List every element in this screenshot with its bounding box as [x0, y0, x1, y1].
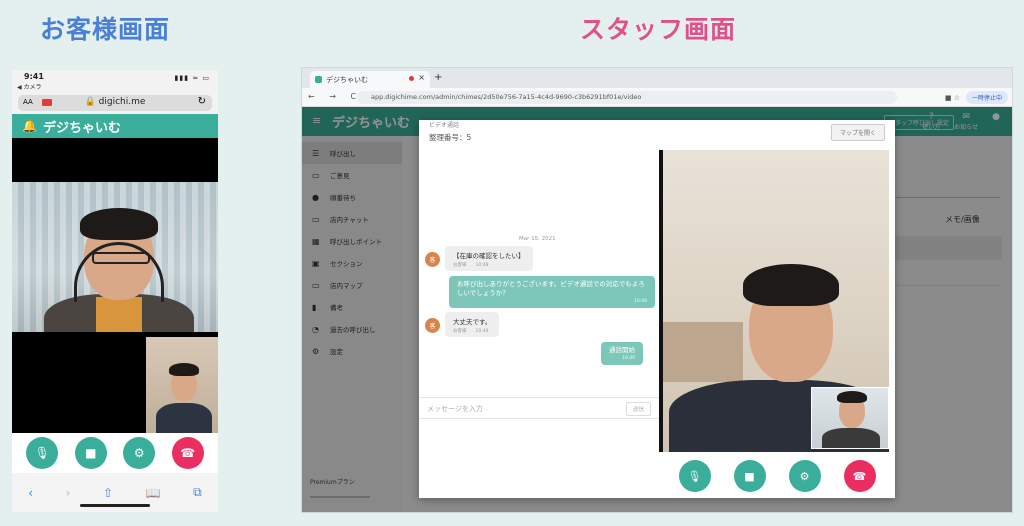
open-map-button[interactable]: マップを開く: [830, 124, 885, 141]
remote-staff-video: [12, 182, 218, 332]
chat-message: 【在庫の確認をしたい】 お客様 10:48: [445, 246, 533, 271]
extensions-icons[interactable]: ■ ☆: [945, 94, 960, 102]
customer-screen-heading: お客様画面: [40, 15, 171, 44]
tab-close-icon[interactable]: ×: [418, 73, 425, 82]
phone-time: 9:41: [24, 72, 44, 81]
phone-back-to-camera[interactable]: ◀ カメラ: [17, 82, 42, 91]
new-tab-button[interactable]: +: [434, 72, 442, 83]
chat-message: お呼び出しありがとうございます。ビデオ通話での対応でもよろしいでしょうか？ 10…: [449, 276, 655, 309]
chat-message: 通話開始 10:49: [601, 342, 643, 366]
recording-icon: [409, 76, 414, 81]
browser-tab[interactable]: デジちゃいむ ×: [310, 71, 430, 88]
reload-icon[interactable]: ↻: [198, 96, 206, 107]
staff-browser-window: デジちゃいむ × + ← → C app.digichime.com/admin…: [302, 68, 1012, 512]
camera-button[interactable]: ■: [74, 437, 107, 469]
video-call-modal: ビデオ通話 整理番号：5 マップを開く Mar 15, 2021 客 【在庫の確…: [419, 120, 895, 498]
customer-phone: 9:41 ◀ カメラ ▮▮▮ ≈ ▭ AA 🔒 digichi.me ↻ 🔔 デ…: [12, 70, 218, 512]
browser-address-row: ← → C app.digichime.com/admin/chimes/2d5…: [302, 88, 1012, 107]
camera-button[interactable]: ■: [733, 460, 766, 492]
staff-screen-heading: スタッフ画面: [580, 15, 737, 44]
signal-icon: ▮▮▮ ≈ ▭: [174, 74, 210, 82]
message-input[interactable]: メッセージを入力 送信: [419, 397, 659, 419]
modal-title: ビデオ通話: [429, 122, 460, 129]
customer-avatar: 客: [425, 318, 440, 333]
phone-call-controls: 🎙 ■ ⚙ ☎: [12, 433, 218, 473]
forward-icon[interactable]: ›: [66, 486, 71, 500]
send-button[interactable]: 送信: [625, 402, 651, 416]
phone-brand-bar: 🔔 デジちゃいむ: [12, 114, 218, 138]
home-indicator: [80, 504, 150, 507]
url-input[interactable]: app.digichime.com/admin/chimes/2d50e756-…: [357, 91, 897, 104]
phone-brand-logo: デジちゃいむ: [42, 120, 121, 136]
back-icon[interactable]: ‹: [28, 486, 33, 500]
staff-self-preview: [811, 387, 889, 449]
chat-message: 大丈夫です。 お客様 10:49: [445, 312, 500, 337]
mic-button[interactable]: 🎙: [26, 437, 59, 469]
chat-date: Mar 15, 2021: [519, 236, 556, 242]
settings-button[interactable]: ⚙: [123, 437, 156, 469]
tab-title: デジちゃいむ: [326, 76, 368, 84]
mic-button[interactable]: 🎙: [678, 460, 711, 492]
phone-url-field[interactable]: AA 🔒 digichi.me ↻: [18, 95, 212, 111]
hangup-button[interactable]: ☎: [843, 460, 876, 492]
ticket-number: 整理番号：5: [429, 133, 472, 142]
bookmarks-icon[interactable]: 📖: [146, 486, 161, 500]
self-camera-preview: [146, 337, 218, 433]
hangup-button[interactable]: ☎: [171, 437, 204, 469]
settings-button[interactable]: ⚙: [788, 460, 821, 492]
customer-avatar: 客: [425, 252, 440, 267]
phone-status-bar: 9:41 ◀ カメラ ▮▮▮ ≈ ▭: [12, 70, 218, 92]
favicon-icon: [315, 76, 322, 83]
browser-nav-buttons[interactable]: ← → C: [308, 92, 362, 101]
remote-customer-video: [659, 150, 889, 452]
phone-domain: 🔒 digichi.me: [84, 97, 146, 107]
modal-header: ビデオ通話 整理番号：5 マップを開く: [419, 120, 895, 148]
share-icon[interactable]: ⇧: [103, 486, 113, 500]
browser-tab-strip: デジちゃいむ × +: [302, 68, 1012, 88]
staff-call-controls: 🎙 ■ ⚙ ☎: [659, 456, 895, 496]
profile-button[interactable]: 一時停止中: [965, 91, 1008, 104]
tabs-icon[interactable]: ⧉: [193, 485, 202, 500]
chat-panel: Mar 15, 2021 客 【在庫の確認をしたい】 お客様 10:48 お呼び…: [419, 148, 659, 458]
phone-address-bar: AA 🔒 digichi.me ↻: [12, 92, 218, 114]
bell-icon: 🔔: [22, 119, 37, 133]
